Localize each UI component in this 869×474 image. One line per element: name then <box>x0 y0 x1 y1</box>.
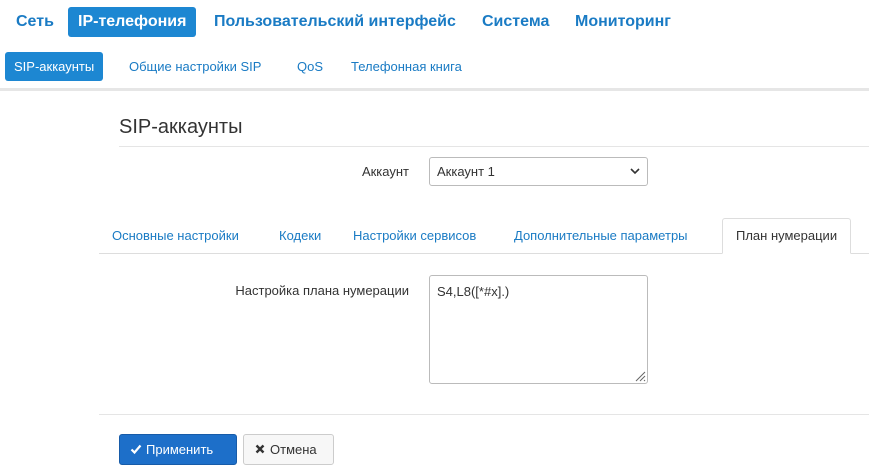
tab-dial-plan[interactable]: План нумерации <box>722 218 852 254</box>
dial-plan-label: Настройка плана нумерации <box>235 283 409 298</box>
top-nav-item-ip-telephony[interactable]: IP-телефония <box>68 7 197 37</box>
tab-service-settings[interactable]: Настройки сервисов <box>340 218 489 254</box>
account-select[interactable]: Аккаунт 1 <box>429 157 648 186</box>
top-nav-item-monitoring[interactable]: Мониторинг <box>565 7 681 37</box>
sub-nav: SIP-аккаунты Общие настройки SIP QoS Тел… <box>0 52 869 82</box>
top-nav-item-system[interactable]: Система <box>472 7 559 37</box>
header-divider <box>0 88 869 91</box>
top-nav-item-user-interface[interactable]: Пользовательский интерфейс <box>204 7 466 37</box>
page-title: SIP-аккаунты <box>119 116 243 138</box>
sub-nav-item-sip-accounts[interactable]: SIP-аккаунты <box>5 52 104 81</box>
apply-button-label: Применить <box>146 442 214 457</box>
sub-nav-item-sip-settings[interactable]: Общие настройки SIP <box>120 52 270 81</box>
settings-tabs: Основные настройки Кодеки Настройки серв… <box>99 218 869 254</box>
tab-basic-settings[interactable]: Основные настройки <box>99 218 252 254</box>
tab-codecs[interactable]: Кодеки <box>266 218 334 254</box>
cancel-button-label: Отмена <box>270 442 317 457</box>
top-nav: Сеть IP-телефония Пользовательский интер… <box>0 0 869 44</box>
account-label: Аккаунт <box>361 164 409 179</box>
chevron-down-icon <box>630 168 640 175</box>
cancel-button[interactable]: Отмена <box>243 434 334 465</box>
check-icon <box>130 444 142 455</box>
account-select-value: Аккаунт 1 <box>437 164 495 179</box>
sub-nav-item-phonebook[interactable]: Телефонная книга <box>342 52 471 81</box>
sub-nav-item-qos[interactable]: QoS <box>288 52 332 81</box>
times-icon <box>255 444 265 454</box>
resize-grip-icon[interactable] <box>634 370 646 382</box>
top-nav-item-network[interactable]: Сеть <box>6 7 64 37</box>
dial-plan-textarea[interactable]: S4,L8([*#x].) <box>429 275 648 384</box>
form-footer-divider <box>99 414 869 415</box>
tab-additional-params[interactable]: Дополнительные параметры <box>501 218 701 254</box>
title-divider <box>119 146 869 147</box>
apply-button[interactable]: Применить <box>119 434 237 465</box>
